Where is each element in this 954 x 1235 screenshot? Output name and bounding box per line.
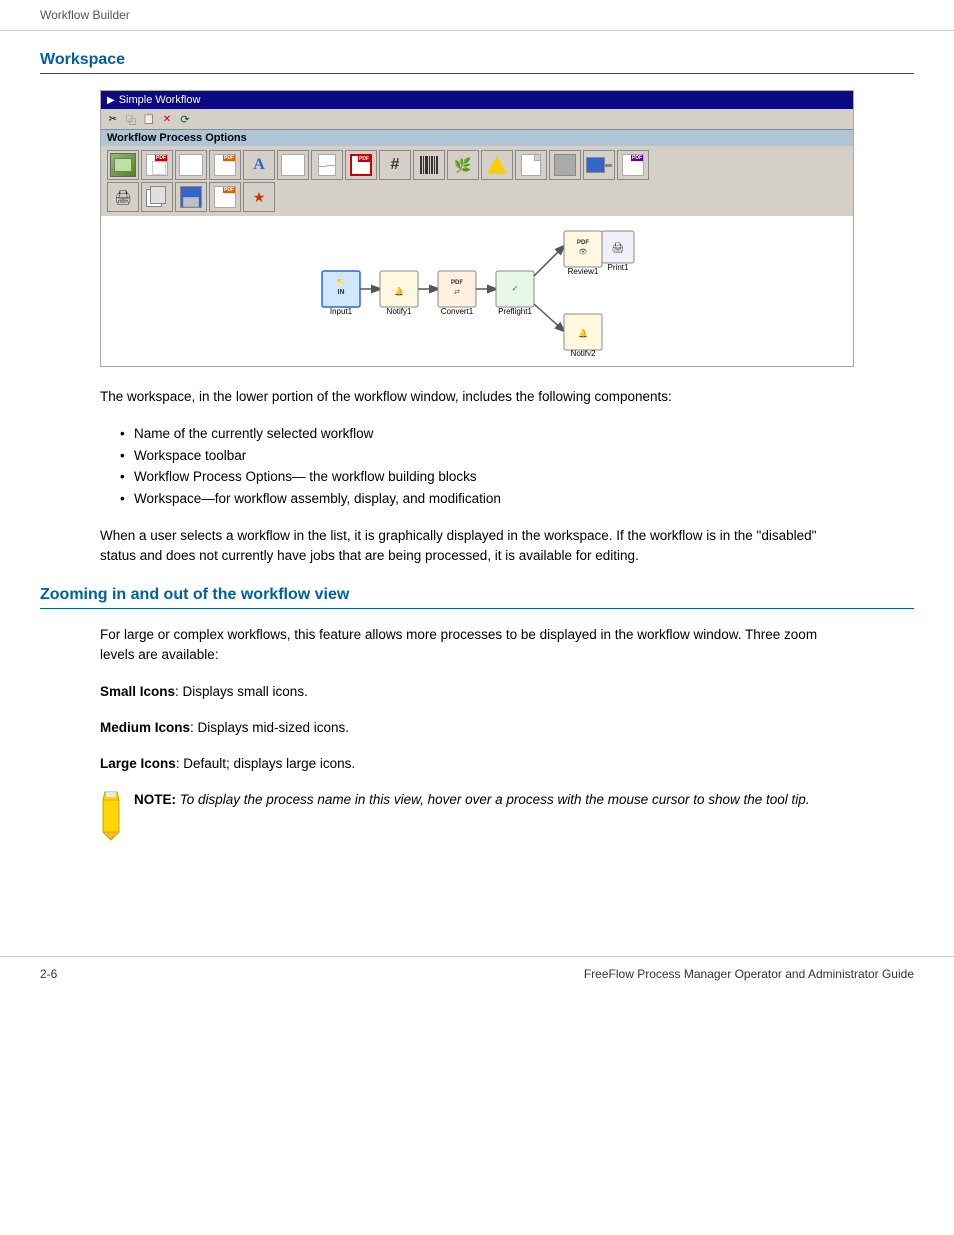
wf-icon-pdf3: PDF (345, 150, 377, 180)
svg-text:🔔: 🔔 (578, 329, 588, 338)
workflow-diagram-svg: 📁 IN Input1 🔔 Notify1 PDF ⇄ Convert1 (317, 226, 637, 356)
large-icons-text: : Default; displays large icons. (176, 756, 355, 771)
wf-icon-barcode (413, 150, 445, 180)
icons-row-1: PDF PDF (107, 150, 847, 180)
screenshot-toolbar: ✂ ⿻ 📋 ✕ ⟳ (101, 109, 853, 130)
svg-text:📁: 📁 (337, 278, 346, 286)
small-icons-text: : Displays small icons. (175, 684, 308, 699)
wf-icon-hash: # (379, 150, 411, 180)
page-container: Workflow Builder Workspace ▶ Simple Work… (0, 0, 954, 1235)
wf-icon-doc-copy (141, 182, 173, 212)
note-box: NOTE: To display the process name in thi… (100, 790, 854, 840)
note-pencil-icon (100, 790, 122, 840)
small-icons-label: Small Icons (100, 684, 175, 699)
wf-icon-page2 (515, 150, 547, 180)
svg-text:Print1: Print1 (608, 263, 629, 272)
svg-text:⇄: ⇄ (454, 289, 460, 296)
medium-icons-text: : Displays mid-sized icons. (190, 720, 349, 735)
options-label: Workflow Process Options (107, 132, 247, 144)
svg-text:Review1: Review1 (568, 267, 599, 276)
wf-icon-printer: 🖨 (107, 182, 139, 212)
copy-icon: ⿻ (123, 111, 139, 127)
wf-icon-save (175, 182, 207, 212)
options-bar: Workflow Process Options (101, 130, 853, 146)
icons-row-2: 🖨 (107, 182, 847, 212)
workspace-bullet-list: Name of the currently selected workflow … (120, 423, 854, 509)
svg-text:IN: IN (338, 289, 345, 296)
svg-text:Convert1: Convert1 (441, 307, 474, 316)
medium-icons-para: Medium Icons: Displays mid-sized icons. (100, 718, 854, 738)
cut-icon: ✂ (105, 111, 121, 127)
breadcrumb: Workflow Builder (0, 0, 954, 31)
svg-text:🖨: 🖨 (612, 242, 625, 254)
workspace-body: When a user selects a workflow in the li… (100, 526, 854, 567)
guide-title: FreeFlow Process Manager Operator and Ad… (584, 967, 914, 981)
svg-text:👁: 👁 (579, 248, 588, 256)
svg-text:Notify2: Notify2 (571, 349, 596, 356)
wf-icon-input (107, 150, 139, 180)
page-footer: 2-6 FreeFlow Process Manager Operator an… (0, 956, 954, 991)
note-body: To display the process name in this view… (176, 792, 810, 807)
paste-icon: 📋 (141, 111, 157, 127)
large-icons-para: Large Icons: Default; displays large ico… (100, 754, 854, 774)
svg-text:PDF: PDF (577, 240, 589, 246)
wf-icon-monitor (583, 150, 615, 180)
bullet-item-2: Workspace toolbar (120, 445, 854, 467)
large-icons-label: Large Icons (100, 756, 176, 771)
pencil-svg (101, 790, 121, 842)
wf-icon-text: A (243, 150, 275, 180)
wf-icon-pdf4: PDF (617, 150, 649, 180)
svg-text:🔔: 🔔 (394, 287, 404, 296)
wf-icon-leaf: 🌿 (447, 150, 479, 180)
bullet-item-4: Workspace—for workflow assembly, display… (120, 488, 854, 510)
medium-icons-label: Medium Icons (100, 720, 190, 735)
refresh-icon: ⟳ (177, 111, 193, 127)
wf-icon-table (175, 150, 207, 180)
zoom-heading: Zooming in and out of the workflow view (40, 586, 914, 609)
svg-text:Notify1: Notify1 (387, 307, 412, 316)
wf-icon-table2 (277, 150, 309, 180)
screenshot-titlebar: ▶ Simple Workflow (101, 91, 853, 109)
bullet-item-1: Name of the currently selected workflow (120, 423, 854, 445)
wf-icon-pdf1: PDF (141, 150, 173, 180)
screenshot-workspace: 📁 IN Input1 🔔 Notify1 PDF ⇄ Convert1 (101, 216, 853, 366)
screenshot-container: ▶ Simple Workflow ✂ ⿻ 📋 ✕ ⟳ Workflow Pro… (100, 90, 854, 367)
zoom-intro: For large or complex workflows, this fea… (100, 625, 854, 666)
wf-icon-grid (549, 150, 581, 180)
breadcrumb-text: Workflow Builder (40, 8, 130, 22)
title-arrow-icon: ▶ (107, 95, 115, 106)
page-number: 2-6 (40, 967, 57, 981)
svg-text:Preflight1: Preflight1 (498, 307, 532, 316)
wf-icon-notify-red: ★ (243, 182, 275, 212)
main-content: Workspace ▶ Simple Workflow ✂ ⿻ 📋 ✕ ⟳ (0, 31, 954, 896)
wf-icon-page (311, 150, 343, 180)
small-icons-para: Small Icons: Displays small icons. (100, 682, 854, 702)
svg-text:✓: ✓ (512, 284, 519, 293)
wf-icon-pdf5: PDF (209, 182, 241, 212)
note-text: NOTE: To display the process name in thi… (134, 790, 810, 810)
wf-icon-pdf2: PDF (209, 150, 241, 180)
bullet-item-3: Workflow Process Options— the workflow b… (120, 466, 854, 488)
svg-text:PDF: PDF (451, 280, 463, 286)
delete-icon: ✕ (159, 111, 175, 127)
workspace-intro: The workspace, in the lower portion of t… (100, 387, 854, 407)
svg-text:Input1: Input1 (330, 307, 353, 316)
screenshot-title: Simple Workflow (119, 94, 201, 106)
note-label: NOTE: (134, 792, 176, 807)
process-options-icons: PDF PDF (101, 146, 853, 216)
wf-icon-triangle (481, 150, 513, 180)
workspace-heading: Workspace (40, 51, 914, 74)
